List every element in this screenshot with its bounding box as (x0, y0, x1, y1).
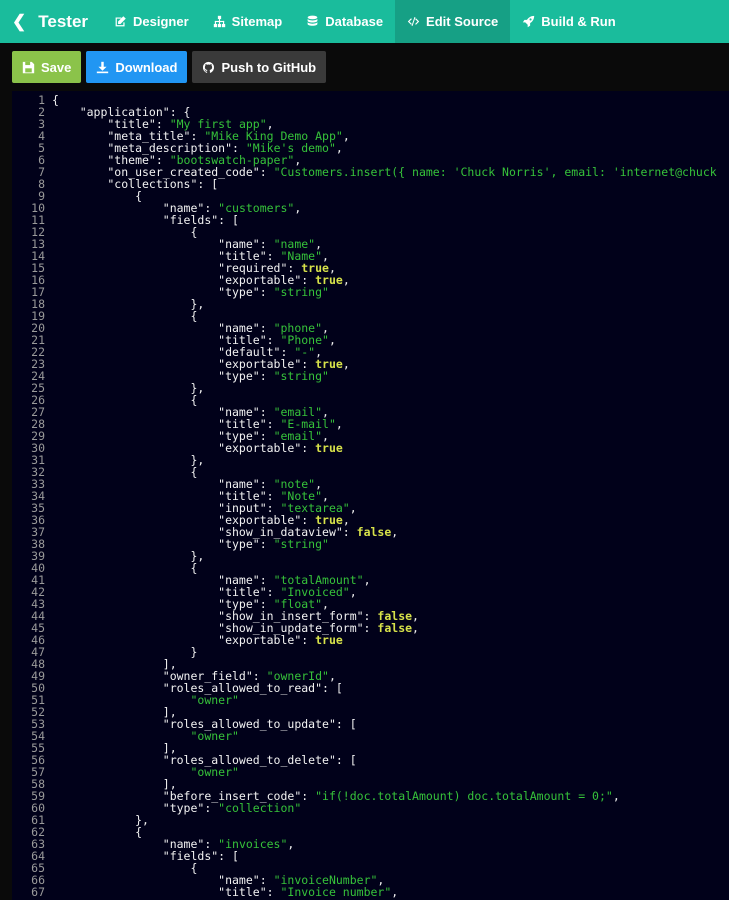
code-icon (407, 15, 420, 28)
nav-build-run-label: Build & Run (541, 14, 616, 29)
top-navbar: ❮ Tester Designer Sitemap Database Edit … (0, 0, 729, 43)
line-number: 6 (38, 153, 45, 167)
nav-sitemap[interactable]: Sitemap (201, 0, 295, 43)
save-button[interactable]: Save (12, 51, 82, 83)
sitemap-icon (213, 15, 226, 28)
nav-edit-source-label: Edit Source (426, 14, 499, 29)
push-to-github-button[interactable]: Push to GitHub (192, 51, 327, 83)
chevron-left-icon: ❮ (12, 11, 27, 31)
nav-build-run[interactable]: Build & Run (510, 0, 627, 43)
line-number: 67 (31, 885, 45, 899)
line-text: "title": "Invoice number", (52, 885, 399, 899)
rocket-icon (522, 15, 535, 28)
nav-sitemap-label: Sitemap (231, 14, 283, 29)
editor-toolbar: Save Download Push to GitHub (0, 43, 729, 91)
push-to-github-button-label: Push to GitHub (221, 59, 317, 75)
line-number: 2 (38, 105, 45, 119)
save-icon (22, 61, 35, 74)
nav-designer-label: Designer (133, 14, 189, 29)
github-icon (202, 61, 215, 74)
pencil-square-icon (114, 15, 127, 28)
code-line: 67 "title": "Invoice number", (12, 886, 729, 898)
nav-database-label: Database (325, 14, 384, 29)
back-to-projects-link[interactable]: ❮ Tester (0, 0, 102, 43)
line-number: 7 (38, 165, 45, 179)
download-button[interactable]: Download (86, 51, 188, 83)
database-icon (306, 15, 319, 28)
line-number: 5 (38, 141, 45, 155)
line-number: 1 (38, 93, 45, 107)
line-number: 3 (38, 117, 45, 131)
nav-designer[interactable]: Designer (102, 0, 201, 43)
save-button-label: Save (41, 59, 72, 75)
app-name: Tester (38, 11, 89, 31)
nav-database[interactable]: Database (294, 0, 395, 43)
download-icon (96, 61, 109, 74)
line-number: 8 (38, 177, 45, 191)
source-code-editor[interactable]: 1{2 "application": {3 "title": "My first… (12, 91, 729, 900)
download-button-label: Download (115, 59, 178, 75)
code-lines: 1{2 "application": {3 "title": "My first… (12, 94, 729, 898)
line-number: 4 (38, 129, 45, 143)
nav-edit-source[interactable]: Edit Source (395, 0, 511, 43)
